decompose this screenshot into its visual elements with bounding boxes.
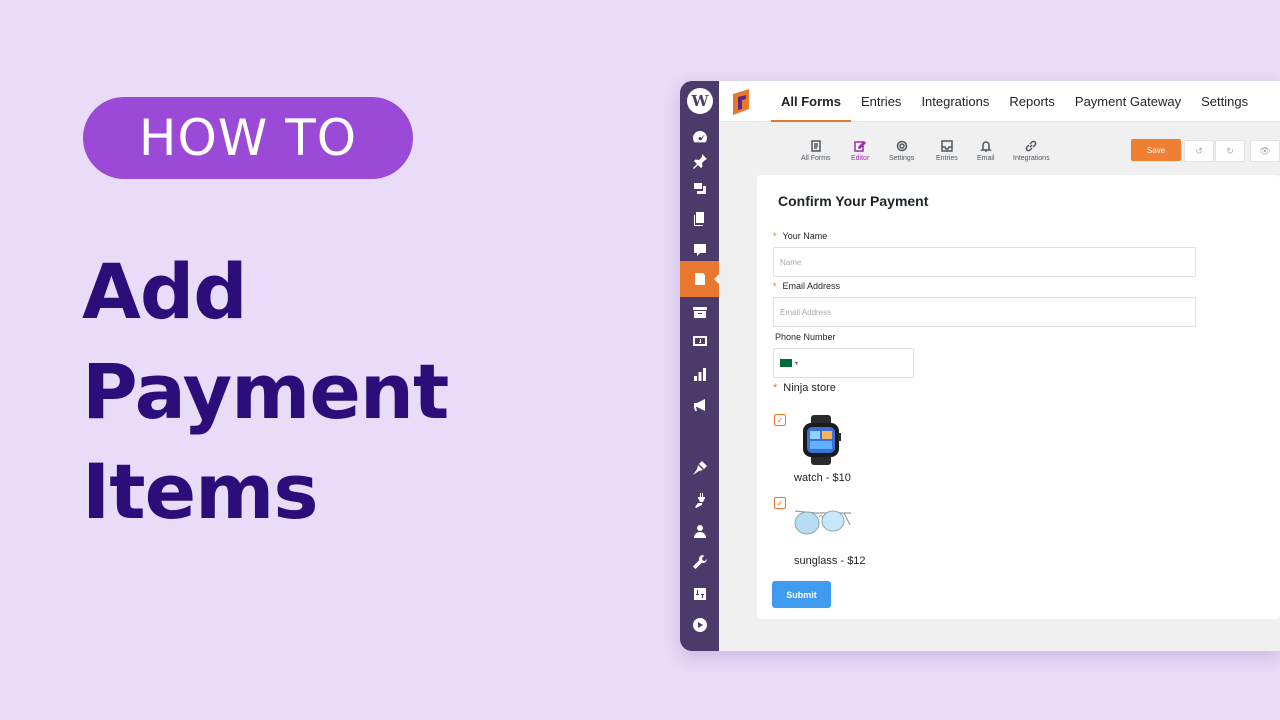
redo-button[interactable]: ↻	[1215, 140, 1245, 162]
headline-line-1: Add	[82, 247, 248, 336]
email-label: * Email Address	[773, 281, 841, 291]
inbox-icon	[941, 140, 953, 152]
headline: Add Payment Items	[82, 242, 449, 542]
phone-input[interactable]: ▾	[773, 348, 914, 378]
forms-menu-icon[interactable]	[680, 261, 720, 297]
archive-icon[interactable]	[680, 298, 719, 326]
tool-all-forms[interactable]: All Forms	[801, 140, 831, 162]
tools-icon[interactable]	[680, 548, 719, 576]
edit-icon	[854, 140, 867, 152]
pin-icon[interactable]	[680, 147, 719, 175]
tool-label: Settings	[889, 155, 915, 162]
tool-email[interactable]: Email	[977, 140, 995, 162]
pages-icon[interactable]	[680, 205, 719, 233]
name-input[interactable]: Name	[773, 247, 1196, 277]
comments-icon[interactable]	[680, 236, 719, 264]
nav-integrations[interactable]: Integrations	[911, 81, 999, 122]
reports-icon[interactable]	[680, 360, 719, 388]
bell-icon	[979, 141, 992, 152]
tool-label: All Forms	[801, 155, 831, 162]
tool-label: Integrations	[1013, 155, 1050, 162]
gear-icon	[896, 140, 907, 152]
undo-button[interactable]: ↺	[1184, 140, 1214, 162]
headline-line-3: Items	[82, 447, 319, 536]
watch-image	[803, 415, 841, 465]
nav-entries[interactable]: Entries	[851, 81, 911, 122]
megaphone-icon[interactable]	[680, 391, 719, 419]
nav-settings[interactable]: Settings	[1191, 81, 1258, 122]
save-button[interactable]: Save	[1131, 139, 1181, 161]
tool-label: Entries	[936, 155, 958, 162]
watch-checkbox[interactable]: ✓	[774, 414, 786, 426]
form-canvas: Confirm Your Payment * Your Name Name * Em…	[757, 175, 1280, 619]
chevron-down-icon[interactable]: ▾	[795, 360, 798, 367]
tool-editor[interactable]: Editor	[851, 140, 869, 162]
tool-label: Email	[977, 155, 995, 162]
phone-label: Phone Number	[775, 332, 836, 342]
how-to-badge: HOW TO	[83, 97, 413, 179]
nav-all-forms[interactable]: All Forms	[771, 81, 851, 122]
play-icon[interactable]	[680, 611, 719, 639]
sunglass-label: sunglass - $12	[794, 555, 866, 567]
store-label: * Ninja store	[773, 382, 836, 394]
plugins-icon[interactable]	[680, 486, 719, 514]
sunglass-image	[794, 510, 851, 535]
link-icon	[1025, 140, 1037, 152]
email-input[interactable]: Email Address	[773, 297, 1196, 327]
wordpress-logo-icon[interactable]: W	[687, 88, 713, 114]
country-flag-icon[interactable]	[780, 359, 792, 367]
nav-reports[interactable]: Reports	[999, 81, 1065, 122]
submit-button[interactable]: Submit	[772, 581, 831, 608]
headline-line-2: Payment	[82, 347, 449, 436]
tool-label: Editor	[851, 155, 870, 162]
editor-toolbar: All Forms Editor Settings Entries Email …	[719, 123, 1280, 173]
nav-payment-gateway[interactable]: Payment Gateway	[1065, 81, 1191, 122]
fluent-forms-logo-icon	[733, 89, 749, 115]
name-label: * Your Name	[773, 231, 828, 241]
wp-admin-sidebar: W	[680, 81, 720, 651]
settings-icon[interactable]	[680, 580, 719, 608]
tool-settings[interactable]: Settings	[889, 140, 914, 162]
plugin-top-nav: All Forms Entries Integrations Reports P…	[719, 81, 1280, 122]
form-title: Confirm Your Payment	[778, 193, 929, 209]
sunglass-checkbox[interactable]: ✓	[774, 497, 786, 509]
tool-integrations[interactable]: Integrations	[1013, 140, 1050, 162]
document-icon	[811, 140, 821, 152]
media-icon[interactable]	[680, 174, 719, 202]
users-icon[interactable]	[680, 517, 719, 545]
tool-entries[interactable]: Entries	[936, 140, 958, 162]
preview-button[interactable]: 👁	[1250, 140, 1280, 162]
app-window: W All Forms Entries Integrations Reports…	[680, 81, 1280, 651]
payments-icon[interactable]	[680, 327, 719, 355]
appearance-icon[interactable]	[680, 454, 719, 482]
watch-label: watch - $10	[794, 472, 851, 484]
